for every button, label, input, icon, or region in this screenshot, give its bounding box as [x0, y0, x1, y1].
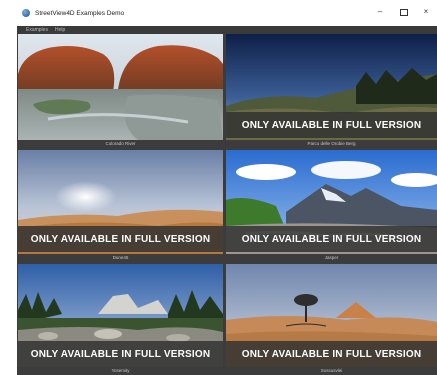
tile-label: Jasper: [226, 254, 437, 262]
menu-help[interactable]: Help: [55, 27, 65, 33]
full-version-banner: ONLY AVAILABLE IN FULL VERSION: [18, 226, 223, 252]
maximize-button[interactable]: [398, 6, 410, 18]
window-title: StreetView4D Examples Demo: [35, 9, 125, 17]
app-logo-icon: [22, 9, 30, 17]
full-version-banner: ONLY AVAILABLE IN FULL VERSION: [18, 341, 223, 367]
menu-bar: Examples Help: [17, 26, 437, 34]
example-tile-parco-orobie[interactable]: ONLY AVAILABLE IN FULL VERSION Parco del…: [226, 34, 437, 148]
examples-grid: Colorado River ONLY AVAILABLE IN FULL VE…: [17, 34, 437, 375]
full-version-banner: ONLY AVAILABLE IN FULL VERSION: [226, 226, 437, 252]
tile-label: Sossusvlei: [226, 367, 437, 375]
close-button[interactable]: ×: [420, 6, 432, 18]
example-tile-dune45[interactable]: ONLY AVAILABLE IN FULL VERSION Dune45: [18, 150, 223, 262]
title-bar: StreetView4D Examples Demo – ×: [0, 0, 437, 26]
example-tile-sossusvlei[interactable]: ONLY AVAILABLE IN FULL VERSION Sossusvle…: [226, 264, 437, 375]
minimize-button[interactable]: –: [374, 6, 386, 18]
tile-label: Yosemity: [18, 367, 223, 375]
thumbnail-colorado-river: [18, 34, 223, 140]
example-tile-colorado-river[interactable]: Colorado River: [18, 34, 223, 148]
example-tile-yosemity[interactable]: ONLY AVAILABLE IN FULL VERSION Yosemity: [18, 264, 223, 375]
tile-label: Colorado River: [18, 140, 223, 148]
maximize-icon: [400, 8, 408, 16]
window-left-border: [0, 26, 17, 375]
menu-examples[interactable]: Examples: [26, 27, 48, 33]
tile-label: Dune45: [18, 254, 223, 262]
full-version-banner: ONLY AVAILABLE IN FULL VERSION: [226, 341, 437, 367]
tile-label: Parco delle Orobie Berg: [226, 140, 437, 148]
example-tile-jasper[interactable]: ONLY AVAILABLE IN FULL VERSION Jasper: [226, 150, 437, 262]
full-version-banner: ONLY AVAILABLE IN FULL VERSION: [226, 112, 437, 138]
